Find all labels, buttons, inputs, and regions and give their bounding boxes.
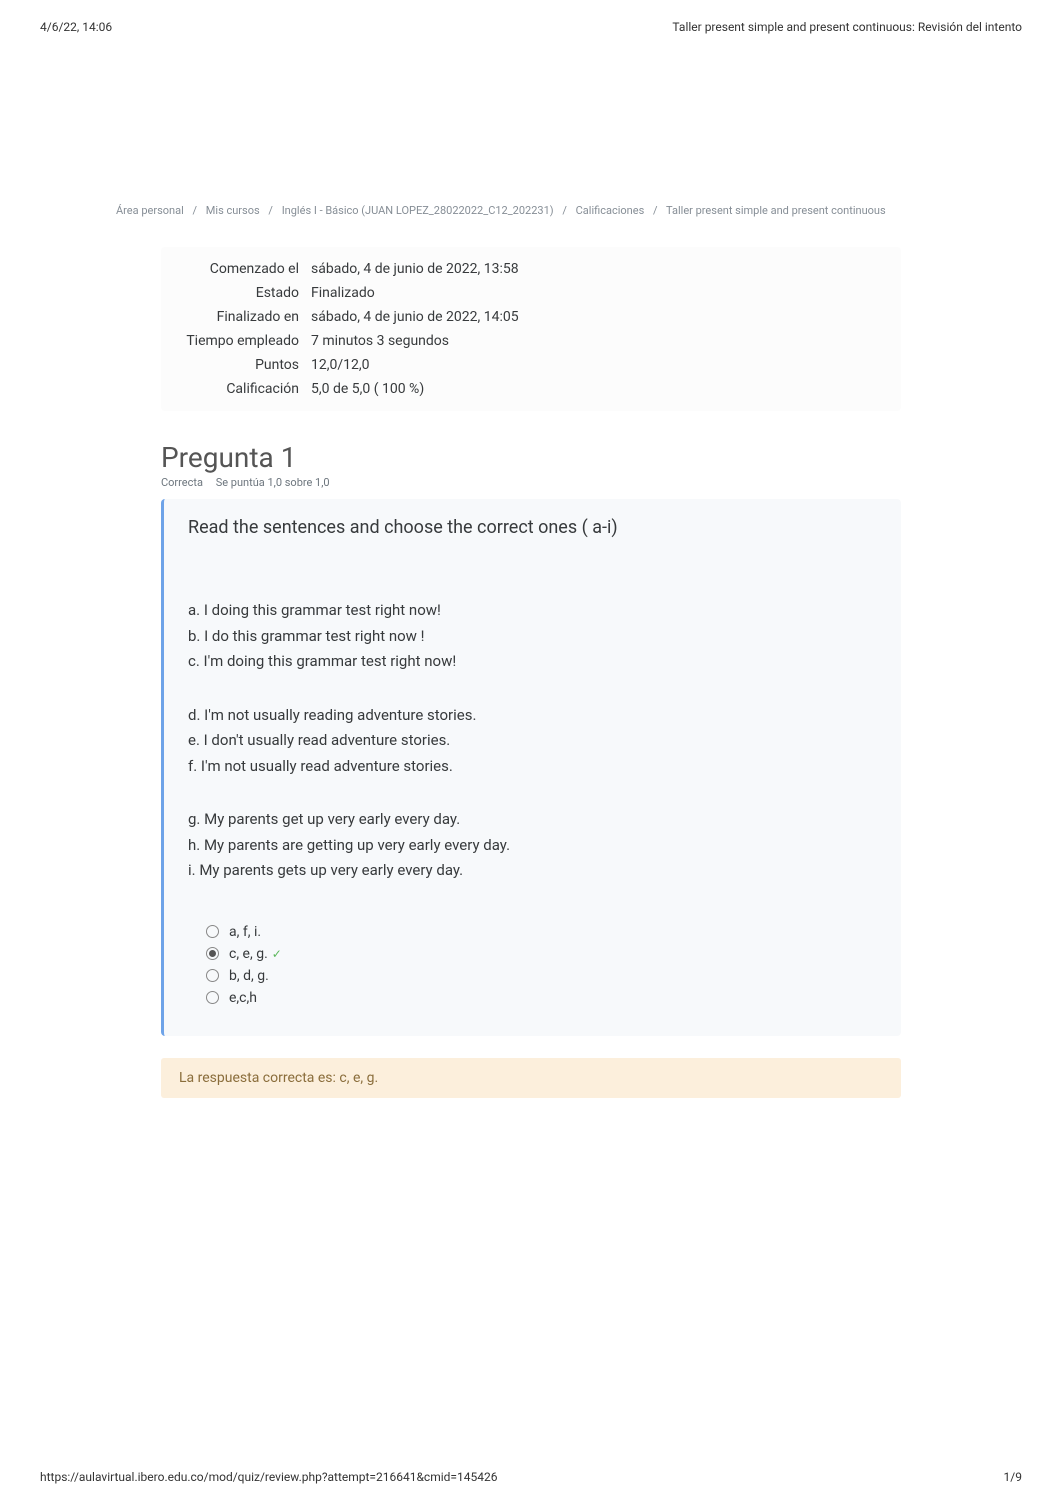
- option-label: c, e, g.: [229, 946, 268, 962]
- question-block: Pregunta 1 Correcta Se puntúa 1,0 sobre …: [161, 441, 901, 1036]
- breadcrumb-item[interactable]: Calificaciones: [576, 204, 645, 217]
- breadcrumb-separator: /: [562, 204, 567, 217]
- option-row[interactable]: b, d, g.: [206, 968, 877, 984]
- print-timestamp: 4/6/22, 14:06: [40, 20, 112, 34]
- question-line: e. I don't usually read adventure storie…: [188, 728, 877, 754]
- feedback-box: La respuesta correcta es: c, e, g.: [161, 1058, 901, 1098]
- summary-row: Calificación 5,0 de 5,0 ( 100 %): [161, 377, 901, 401]
- summary-label: Estado: [161, 285, 311, 301]
- option-row[interactable]: e,c,h: [206, 990, 877, 1006]
- question-prompt: Read the sentences and choose the correc…: [188, 517, 877, 538]
- summary-row: Comenzado el sábado, 4 de junio de 2022,…: [161, 257, 901, 281]
- option-row[interactable]: c, e, g. ✓: [206, 946, 877, 962]
- summary-value: Finalizado: [311, 285, 901, 301]
- print-header: 4/6/22, 14:06 Taller present simple and …: [0, 0, 1062, 34]
- summary-value: sábado, 4 de junio de 2022, 13:58: [311, 261, 901, 277]
- feedback-text: La respuesta correcta es: c, e, g.: [179, 1070, 378, 1086]
- breadcrumb-item[interactable]: Mis cursos: [206, 204, 260, 217]
- summary-row: Tiempo empleado 7 minutos 3 segundos: [161, 329, 901, 353]
- question-line: c. I'm doing this grammar test right now…: [188, 649, 877, 675]
- breadcrumb-item[interactable]: Taller present simple and present contin…: [666, 204, 886, 217]
- option-label: b, d, g.: [229, 968, 269, 984]
- summary-label: Finalizado en: [161, 309, 311, 325]
- correct-icon: ✓: [272, 947, 282, 961]
- question-line: h. My parents are getting up very early …: [188, 833, 877, 859]
- summary-value: 12,0/12,0: [311, 357, 901, 373]
- radio-icon[interactable]: [206, 969, 219, 982]
- radio-icon[interactable]: [206, 947, 219, 960]
- breadcrumb-separator: /: [193, 204, 198, 217]
- footer-url: https://aulavirtual.ibero.edu.co/mod/qui…: [40, 1470, 497, 1484]
- summary-value: sábado, 4 de junio de 2022, 14:05: [311, 309, 901, 325]
- summary-row: Estado Finalizado: [161, 281, 901, 305]
- summary-label: Puntos: [161, 357, 311, 373]
- summary-row: Finalizado en sábado, 4 de junio de 2022…: [161, 305, 901, 329]
- question-line: g. My parents get up very early every da…: [188, 807, 877, 833]
- breadcrumb-separator: /: [653, 204, 658, 217]
- breadcrumb-separator: /: [268, 204, 273, 217]
- question-status: Correcta: [161, 476, 203, 489]
- print-footer: https://aulavirtual.ibero.edu.co/mod/qui…: [40, 1470, 1022, 1484]
- summary-label: Comenzado el: [161, 261, 311, 277]
- option-label: a, f, i.: [229, 924, 261, 940]
- question-line: i. My parents gets up very early every d…: [188, 858, 877, 884]
- question-meta: Correcta Se puntúa 1,0 sobre 1,0: [161, 476, 901, 489]
- breadcrumb: Área personal / Mis cursos / Inglés I - …: [116, 204, 946, 217]
- question-line: d. I'm not usually reading adventure sto…: [188, 703, 877, 729]
- breadcrumb-item[interactable]: Inglés I - Básico (JUAN LOPEZ_28022022_C…: [282, 204, 554, 217]
- summary-value: 7 minutos 3 segundos: [311, 333, 901, 349]
- radio-icon[interactable]: [206, 991, 219, 1004]
- footer-page: 1/9: [1004, 1470, 1022, 1484]
- question-line: b. I do this grammar test right now !: [188, 624, 877, 650]
- radio-icon[interactable]: [206, 925, 219, 938]
- summary-row: Puntos 12,0/12,0: [161, 353, 901, 377]
- question-content: Read the sentences and choose the correc…: [161, 499, 901, 1036]
- answer-options: a, f, i. c, e, g. ✓ b, d, g. e,c,h: [206, 924, 877, 1006]
- question-score: Se puntúa 1,0 sobre 1,0: [216, 476, 330, 489]
- summary-label: Calificación: [161, 381, 311, 397]
- option-row[interactable]: a, f, i.: [206, 924, 877, 940]
- attempt-summary: Comenzado el sábado, 4 de junio de 2022,…: [161, 247, 901, 411]
- question-line: a. I doing this grammar test right now!: [188, 598, 877, 624]
- question-line: f. I'm not usually read adventure storie…: [188, 754, 877, 780]
- print-doc-title: Taller present simple and present contin…: [672, 20, 1022, 34]
- summary-value: 5,0 de 5,0 ( 100 %): [311, 381, 901, 397]
- option-label: e,c,h: [229, 990, 257, 1006]
- breadcrumb-item[interactable]: Área personal: [116, 204, 184, 217]
- question-title: Pregunta 1: [161, 441, 901, 474]
- summary-label: Tiempo empleado: [161, 333, 311, 349]
